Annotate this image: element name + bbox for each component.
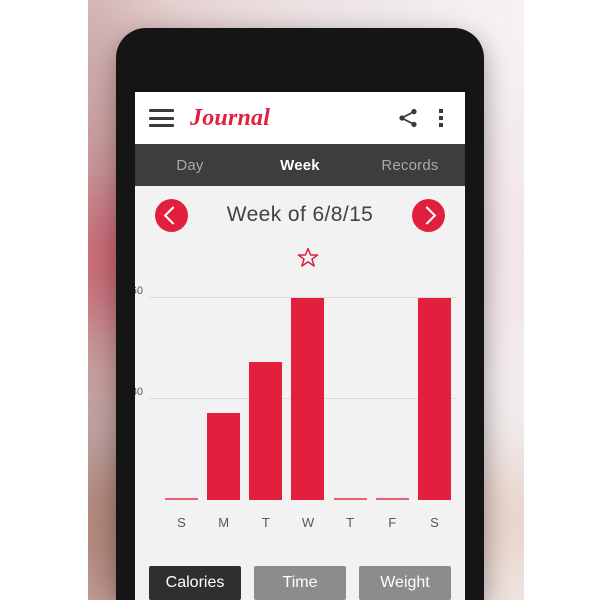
- x-axis-label: M: [218, 515, 230, 530]
- weekly-bar-chart: 60 30 S M T W T F S: [135, 244, 465, 544]
- bar-column[interactable]: [333, 278, 367, 500]
- bar: [207, 412, 241, 500]
- tab-bar: Day Week Records: [135, 144, 465, 186]
- bar-column[interactable]: [207, 278, 241, 500]
- bar-column[interactable]: [291, 278, 325, 500]
- bar: [291, 298, 325, 500]
- week-navigation: Week of 6/8/15: [135, 186, 465, 244]
- app-title: Journal: [190, 104, 271, 131]
- x-axis-labels: SMTWTFS: [165, 515, 451, 530]
- share-icon[interactable]: [397, 107, 419, 129]
- x-axis-label: S: [430, 515, 439, 530]
- x-axis-label: T: [346, 515, 355, 530]
- metric-button-weight[interactable]: Weight: [359, 566, 451, 600]
- hamburger-menu-icon[interactable]: [149, 109, 174, 127]
- y-axis-label-60: 60: [135, 285, 143, 298]
- chevron-right-icon: [417, 205, 437, 225]
- bar: [333, 498, 367, 500]
- phone-device-frame: Journal Day Week Records Week of 6/8/15 …: [116, 28, 484, 600]
- previous-week-button[interactable]: [155, 198, 188, 232]
- y-axis-label-30: 30: [135, 386, 143, 399]
- bar: [249, 362, 283, 500]
- chevron-left-icon: [163, 205, 183, 225]
- x-axis-label: S: [177, 515, 186, 530]
- phone-screen: Journal Day Week Records Week of 6/8/15 …: [135, 92, 465, 600]
- tab-records[interactable]: Records: [355, 157, 465, 174]
- metric-button-time[interactable]: Time: [254, 566, 346, 600]
- bar: [165, 498, 198, 500]
- next-week-button[interactable]: [412, 198, 445, 232]
- bar-column[interactable]: [375, 278, 409, 500]
- bar: [417, 298, 451, 500]
- x-axis-label: T: [261, 515, 270, 530]
- x-axis-label: F: [388, 515, 397, 530]
- overflow-menu-icon[interactable]: [431, 108, 451, 128]
- bar-column[interactable]: [249, 278, 283, 500]
- metric-selector: Calories Time Weight: [135, 566, 465, 600]
- tab-week[interactable]: Week: [245, 157, 355, 174]
- bar-series: [165, 278, 451, 500]
- chart-plot-area: 60 30: [135, 278, 457, 500]
- app-bar: Journal: [135, 92, 465, 144]
- screenshot-stage: Journal Day Week Records Week of 6/8/15 …: [0, 0, 600, 600]
- tab-day[interactable]: Day: [135, 157, 245, 174]
- bar-column[interactable]: [165, 278, 198, 500]
- bar-column[interactable]: [417, 278, 451, 500]
- star-outline-icon: [297, 247, 318, 267]
- week-label: Week of 6/8/15: [226, 203, 374, 226]
- metric-button-calories[interactable]: Calories: [149, 566, 241, 600]
- x-axis-label: W: [301, 515, 315, 530]
- bar: [375, 498, 409, 500]
